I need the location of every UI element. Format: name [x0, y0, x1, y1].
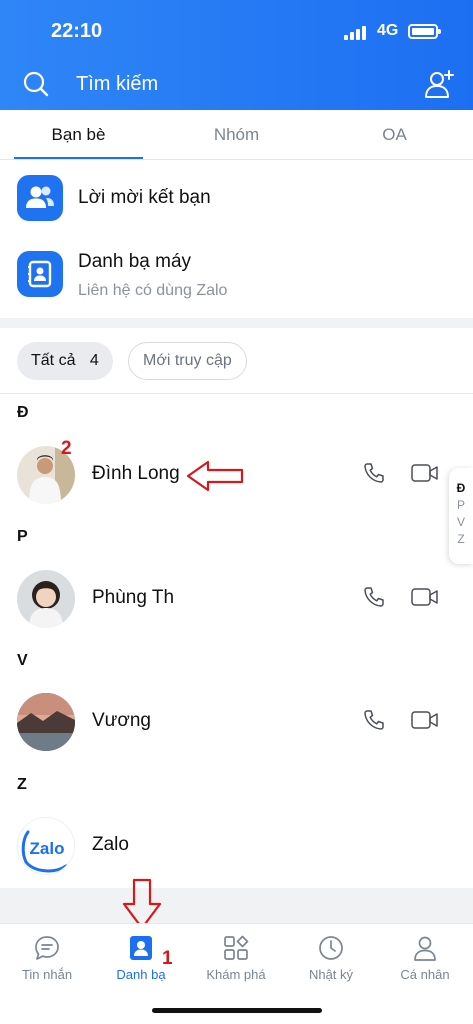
- tab-friends[interactable]: Bạn bè: [14, 110, 143, 160]
- annotation-arrow-left-icon: [186, 460, 244, 492]
- friend-requests-icon: [17, 175, 63, 221]
- alpha-index-letter[interactable]: Đ: [449, 480, 473, 497]
- zalo-avatar: Zalo: [17, 817, 75, 875]
- filter-row: Tất cả 4 Mới truy cập: [0, 328, 473, 394]
- video-call-icon[interactable]: [411, 462, 439, 484]
- contacts-icon: [130, 936, 152, 960]
- call-icon[interactable]: [362, 461, 386, 485]
- phonebook-item[interactable]: Danh bạ máy Liên hệ có dùng Zalo: [0, 237, 473, 317]
- nav-contacts[interactable]: Danh bạ: [94, 924, 188, 994]
- search-icon[interactable]: [22, 70, 50, 98]
- contact-name: Phùng Th: [92, 587, 175, 608]
- nav-label: Tin nhắn: [21, 967, 73, 982]
- section-letter: P: [17, 528, 28, 545]
- call-icon[interactable]: [362, 708, 386, 732]
- nav-timeline[interactable]: Nhật ký: [284, 924, 378, 994]
- section-letter: Đ: [17, 404, 29, 421]
- network-type: 4G: [377, 22, 399, 39]
- phonebook-subtitle: Liên hệ có dùng Zalo: [78, 282, 228, 299]
- filter-all-chip[interactable]: Tất cả 4: [17, 342, 113, 380]
- video-call-icon[interactable]: [411, 586, 439, 608]
- nav-discover[interactable]: Khám phá: [189, 924, 283, 994]
- clock-icon: [319, 936, 343, 960]
- zalo-logo-text: Zalo: [30, 839, 65, 858]
- call-icon[interactable]: [362, 585, 386, 609]
- avatar: [17, 570, 75, 628]
- annotation-step-2: 2: [61, 438, 72, 459]
- alpha-index-letter[interactable]: P: [449, 497, 473, 514]
- signal-icon: [344, 24, 370, 40]
- friend-requests-label: Lời mời kết bạn: [78, 187, 211, 208]
- section-letter: V: [17, 652, 28, 669]
- contact-row[interactable]: Vương: [0, 683, 450, 763]
- filter-recent-chip[interactable]: Mới truy cập: [128, 342, 247, 380]
- contact-row[interactable]: Zalo Zalo: [0, 807, 450, 887]
- contact-name: Zalo: [92, 834, 129, 855]
- nav-label: Cá nhân: [400, 967, 450, 982]
- phonebook-icon: [17, 251, 63, 297]
- tab-oa[interactable]: OA: [330, 110, 459, 160]
- phonebook-label: Danh bạ máy: [78, 251, 192, 272]
- filter-all-count: 4: [89, 352, 99, 369]
- contacts-tabs: Bạn bè Nhóm OA: [0, 110, 473, 160]
- active-tab-indicator: [14, 157, 143, 159]
- person-icon: [414, 936, 436, 961]
- section-letter: Z: [17, 776, 27, 793]
- search-bar[interactable]: Tìm kiếm: [0, 60, 473, 108]
- contact-name: Vương: [92, 710, 151, 731]
- avatar: [17, 693, 75, 751]
- nav-messages[interactable]: Tin nhắn: [0, 924, 94, 994]
- contact-row[interactable]: Phùng Th: [0, 560, 450, 640]
- battery-icon: [408, 24, 441, 39]
- contact-name: Đình Long: [92, 463, 180, 484]
- section-divider: [0, 318, 473, 328]
- app-header: 22:10 4G Tìm kiếm: [0, 0, 473, 110]
- chat-icon: [35, 936, 59, 960]
- alpha-index-letter[interactable]: Z: [449, 531, 473, 548]
- search-input[interactable]: Tìm kiếm: [76, 73, 158, 96]
- nav-label: Danh bạ: [116, 967, 166, 982]
- list-footer-gap: [0, 888, 473, 923]
- home-indicator: [152, 1008, 322, 1013]
- add-friend-icon[interactable]: [423, 68, 455, 100]
- alpha-index-letter[interactable]: V: [449, 514, 473, 531]
- video-call-icon[interactable]: [411, 709, 439, 731]
- alphabet-index[interactable]: Đ P V Z: [449, 468, 473, 564]
- annotation-step-1: 1: [162, 948, 173, 969]
- nav-label: Khám phá: [206, 967, 266, 982]
- filter-all-label: Tất cả: [31, 352, 76, 369]
- discover-icon: [224, 935, 249, 960]
- nav-label: Nhật ký: [308, 967, 354, 982]
- friend-requests-item[interactable]: Lời mời kết bạn: [0, 161, 473, 237]
- tab-groups[interactable]: Nhóm: [172, 110, 301, 160]
- nav-profile[interactable]: Cá nhân: [378, 924, 472, 994]
- status-time: 22:10: [51, 20, 103, 42]
